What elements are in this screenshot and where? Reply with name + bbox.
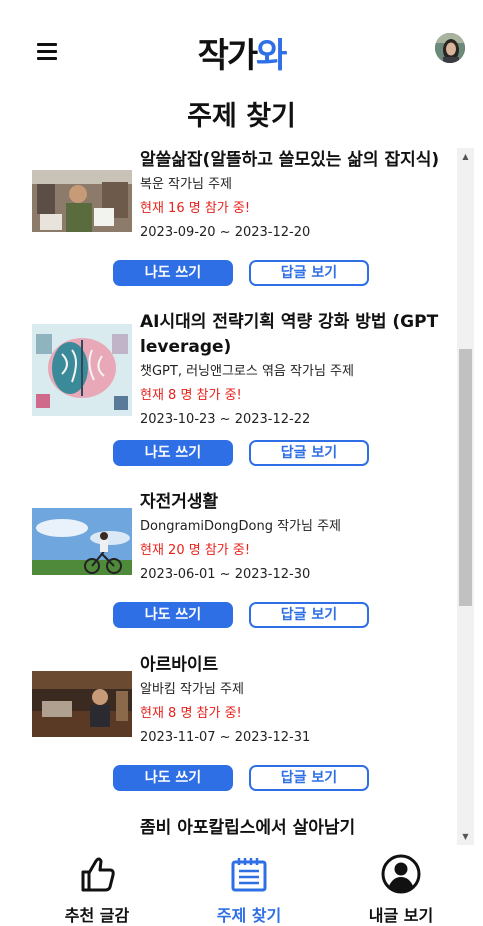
- view-answers-button[interactable]: 답글 보기: [249, 765, 369, 791]
- topic-dates: 2023-09-20 ~ 2023-12-20: [140, 225, 311, 240]
- topic-title[interactable]: 알쓸삶잡(알뜰하고 쓸모있는 삶의 잡지식): [140, 148, 450, 173]
- topic-thumbnail[interactable]: [32, 840, 132, 845]
- topic-thumbnail[interactable]: [32, 508, 132, 575]
- topic-author: DongramiDongDong 작가님 주제: [140, 519, 342, 534]
- view-answers-button[interactable]: 답글 보기: [249, 260, 369, 286]
- topic-title[interactable]: AI시대의 전략기획 역량 강화 방법 (GPT leverage): [140, 310, 450, 360]
- topic-info: 좀비 아포칼립스에서 살아남기: [140, 816, 450, 841]
- view-answers-button[interactable]: 답글 보기: [249, 602, 369, 628]
- profile-avatar[interactable]: [435, 33, 465, 63]
- topic-info: AI시대의 전략기획 역량 강화 방법 (GPT leverage) 챗GPT,…: [140, 310, 450, 432]
- topic-thumbnail[interactable]: [32, 324, 132, 416]
- topic-author: 챗GPT, 러닝앤그로스 엮음 작가님 주제: [140, 364, 354, 379]
- topic-thumbnail[interactable]: [32, 671, 132, 737]
- list-scrollbar[interactable]: ▲ ▼: [457, 148, 474, 845]
- scroll-up-arrow-icon[interactable]: ▲: [457, 148, 474, 165]
- app-logo[interactable]: 작가와: [0, 28, 483, 77]
- logo-text-accent: 와: [256, 36, 287, 76]
- topic-author: 알바킴 작가님 주제: [140, 682, 244, 697]
- user-circle-icon: [381, 854, 421, 894]
- topic-title[interactable]: 자전거생활: [140, 490, 450, 515]
- scrollbar-thumb[interactable]: [459, 349, 472, 606]
- write-button[interactable]: 나도 쓰기: [113, 440, 233, 466]
- nav-label: 추천 글감: [64, 906, 130, 925]
- topic-participants: 현재 20 명 참가 중!: [140, 543, 251, 558]
- topic-participants: 현재 8 명 참가 중!: [140, 388, 242, 403]
- topic-thumbnail[interactable]: [32, 170, 132, 232]
- thumbs-up-icon: [81, 857, 115, 892]
- topic-dates: 2023-10-23 ~ 2023-12-22: [140, 412, 311, 427]
- topic-dates: 2023-11-07 ~ 2023-12-31: [140, 730, 311, 745]
- page-title: 주제 찾기: [187, 101, 296, 132]
- logo-text-main: 작가: [197, 36, 259, 76]
- write-button[interactable]: 나도 쓰기: [113, 260, 233, 286]
- topic-info: 자전거생활 DongramiDongDong 작가님 주제 현재 20 명 참가…: [140, 490, 450, 587]
- topic-info: 알쓸삶잡(알뜰하고 쓸모있는 삶의 잡지식) 복운 작가님 주제 현재 16 명…: [140, 148, 450, 245]
- topic-info: 아르바이트 알바킴 작가님 주제 현재 8 명 참가 중! 2023-11-07…: [140, 653, 450, 750]
- topic-title[interactable]: 좀비 아포칼립스에서 살아남기: [140, 816, 450, 841]
- scroll-down-arrow-icon[interactable]: ▼: [457, 828, 474, 845]
- notepad-icon: [231, 858, 267, 892]
- topic-participants: 현재 16 명 참가 중!: [140, 201, 251, 216]
- topic-participants: 현재 8 명 참가 중!: [140, 706, 242, 721]
- nav-recommended[interactable]: 추천 글감: [27, 846, 167, 926]
- nav-my-posts[interactable]: 내글 보기: [331, 846, 471, 926]
- view-answers-button[interactable]: 답글 보기: [249, 440, 369, 466]
- nav-label: 주제 찾기: [216, 906, 282, 925]
- topic-author: 복운 작가님 주제: [140, 177, 232, 192]
- write-button[interactable]: 나도 쓰기: [113, 765, 233, 791]
- topic-list[interactable]: 알쓸삶잡(알뜰하고 쓸모있는 삶의 잡지식) 복운 작가님 주제 현재 16 명…: [0, 148, 457, 845]
- app-header: 작가와: [0, 0, 483, 95]
- nav-find-topics[interactable]: 주제 찾기: [179, 846, 319, 926]
- nav-label: 내글 보기: [368, 906, 434, 925]
- topic-dates: 2023-06-01 ~ 2023-12-30: [140, 567, 311, 582]
- topic-title[interactable]: 아르바이트: [140, 653, 450, 678]
- write-button[interactable]: 나도 쓰기: [113, 602, 233, 628]
- bottom-navigation: 추천 글감 주제 찾기 내글 보기: [0, 846, 483, 926]
